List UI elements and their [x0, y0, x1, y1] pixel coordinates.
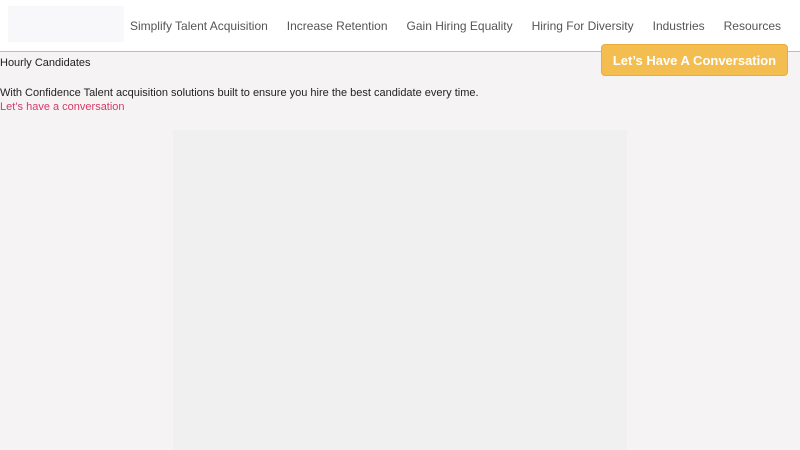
nav-simplify-talent-acquisition[interactable]: Simplify Talent Acquisition [130, 18, 268, 34]
nav-resources[interactable]: Resources [724, 18, 781, 34]
conversation-button[interactable]: Let’s Have A Conversation [601, 44, 788, 76]
media-placeholder [173, 130, 627, 450]
nav-increase-retention[interactable]: Increase Retention [287, 18, 388, 34]
nav-gain-hiring-equality[interactable]: Gain Hiring Equality [407, 18, 513, 34]
main-nav: Simplify Talent Acquisition Increase Ret… [130, 18, 800, 34]
logo[interactable] [8, 6, 124, 42]
conversation-link[interactable]: Let’s have a conversation [0, 101, 125, 114]
page-title: Hourly Candidates [0, 57, 91, 69]
nav-hiring-for-diversity[interactable]: Hiring For Diversity [532, 18, 634, 34]
tagline: With Confidence Talent acquisition solut… [0, 87, 479, 99]
nav-industries[interactable]: Industries [653, 18, 705, 34]
